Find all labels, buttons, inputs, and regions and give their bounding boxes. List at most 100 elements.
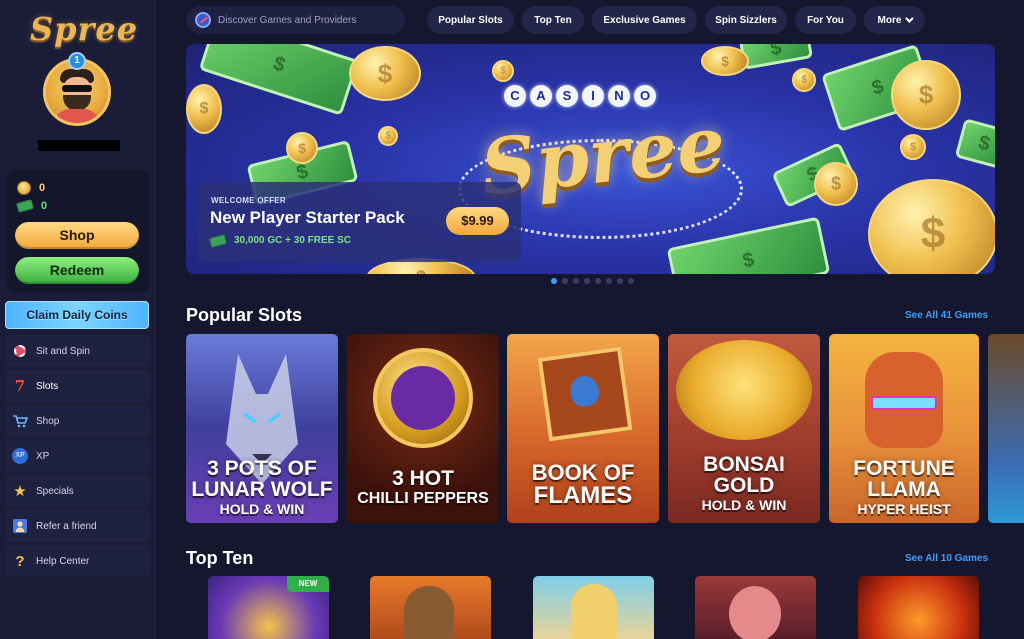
cash-icon [15,199,35,213]
offer-tag: WELCOME OFFER [211,196,287,205]
slot-seven-icon: 7 [14,377,26,395]
cash-bill-decoration [738,44,814,70]
llama-art [865,352,943,448]
gold-medallion [373,348,473,448]
avatar[interactable]: 1 [43,52,111,126]
search-input[interactable]: Discover Games and Providers [186,6,405,34]
sidebar-item-label: XP [36,450,50,462]
game-tile-bonsai-gold[interactable]: BONSAI GOLD HOLD & WIN [668,334,820,523]
sidebar-item-xp[interactable]: XP XP [5,440,149,472]
gold-coin-icon [17,181,31,195]
llama-sunglasses [871,396,937,410]
question-icon: ? [15,552,25,570]
xp-badge-icon: XP [12,448,28,464]
top-ten-tile-4[interactable] [695,576,816,639]
casino-letter: S [556,85,578,107]
top-ten-tile-5[interactable] [858,576,979,639]
ancient-book-art [537,346,633,442]
chilli-pepper-icon [391,366,455,430]
sidebar-item-help-center[interactable]: ? Help Center [5,545,149,577]
tab-spin-sizzlers[interactable]: Spin Sizzlers [705,6,787,34]
game-tile-book-of-flames[interactable]: BOOK OF FLAMES [507,334,659,523]
gold-coin-decoration [701,46,749,76]
shop-button[interactable]: Shop [15,222,139,249]
gold-coin-decoration [286,132,318,164]
new-badge: NEW [287,576,329,592]
sweeps-coin-value: 0 [41,200,48,212]
game-title: BONSAI GOLD HOLD & WIN [701,453,787,513]
redeem-button[interactable]: Redeem [15,257,139,284]
carousel-dot[interactable] [595,278,601,284]
sidebar-item-label: Specials [36,485,74,497]
sidebar-item-label: Sit and Spin [36,345,90,357]
welcome-offer-card[interactable]: WELCOME OFFER New Player Starter Pack 30… [198,182,521,262]
offer-subtitle-text: 30,000 GC + 30 FREE SC [234,235,352,246]
tab-top-ten[interactable]: Top Ten [522,6,584,34]
see-all-popular-link[interactable]: See All 41 Games [905,310,988,321]
refer-friend-icon [12,518,28,534]
tab-exclusive-games[interactable]: Exclusive Games [592,6,697,34]
gold-coin-decoration [186,84,222,134]
tab-more-label: More [877,14,902,26]
sidebar-item-slots[interactable]: 7 Slots [5,370,149,402]
claim-daily-coins-button[interactable]: Claim Daily Coins [5,301,149,329]
top-ten-tile-3[interactable] [533,576,654,639]
game-title: 3 HOT CHILLI PEPPERS [357,467,489,507]
gold-coin-decoration [792,68,816,92]
game-tile-hot-chilli-peppers[interactable]: 3 HOT CHILLI PEPPERS [347,334,499,523]
level-badge: 1 [68,52,86,70]
hero-banner[interactable]: C A S I N O Spree WELCOME OFFER New Play… [186,44,995,274]
game-title: BOOK OF FLAMES [531,460,635,509]
carousel-dot[interactable] [562,278,568,284]
chevron-down-icon [905,14,915,23]
search-icon [195,12,211,28]
sidebar: Spree 1 0 0 Shop Redeem Claim Daily Coin… [0,0,156,639]
top-ten-tile-2[interactable] [370,576,491,639]
avatar-shirt [54,109,100,123]
cash-bill-decoration [198,44,360,116]
carousel-dot[interactable] [584,278,590,284]
sidebar-item-shop[interactable]: Shop [5,405,149,437]
top-ten-tile-1[interactable]: NEW [208,576,329,639]
game-tile-fortune-llama[interactable]: FORTUNE LLAMA HYPER HEIST [829,334,979,523]
poker-chip-icon [12,343,28,359]
carousel-dot[interactable] [628,278,634,284]
sidebar-item-label: Help Center [36,555,90,567]
search-placeholder: Discover Games and Providers [218,14,357,26]
gold-coin-value: 0 [39,182,46,194]
casino-letter: I [582,85,604,107]
tab-more[interactable]: More [864,6,925,34]
sidebar-item-label: Slots [36,380,59,392]
app-root: Spree 1 0 0 Shop Redeem Claim Daily Coin… [0,0,1024,639]
see-all-top-ten-link[interactable]: See All 10 Games [905,553,988,564]
spree-logo[interactable]: Spree [30,10,137,50]
sidebar-item-sit-and-spin[interactable]: Sit and Spin [5,335,149,367]
gold-coin-decoration [378,126,398,146]
sidebar-item-specials[interactable]: ★ Specials [5,475,149,507]
wallet-panel: 0 0 Shop Redeem [7,170,149,292]
game-tile-lunar-wolf[interactable]: 3 POTS OF LUNAR WOLF HOLD & WIN [186,334,338,523]
gold-coin-decoration [492,60,514,82]
carousel-dot[interactable] [617,278,623,284]
game-tile-partial[interactable] [988,334,1024,523]
cart-icon [12,413,28,429]
offer-title: New Player Starter Pack [210,208,405,227]
gold-coin-decoration [900,134,926,160]
carousel-dots [551,278,634,284]
star-icon: ★ [13,483,27,500]
section-title-top-ten: Top Ten [186,548,254,568]
sidebar-nav: Sit and Spin 7 Slots Shop XP XP ★ Specia… [5,335,149,580]
character-art [571,584,617,639]
golden-tree-art [676,340,812,440]
buy-starter-pack-button[interactable]: $9.99 [446,207,509,235]
tab-popular-slots[interactable]: Popular Slots [427,6,514,34]
cash-icon [208,233,228,248]
tab-for-you[interactable]: For You [795,6,856,34]
carousel-dot[interactable] [573,278,579,284]
gold-coin-decoration [868,179,995,274]
game-title: FORTUNE LLAMA HYPER HEIST [853,457,955,517]
pig-art [729,586,781,639]
carousel-dot[interactable] [551,278,557,284]
carousel-dot[interactable] [606,278,612,284]
sidebar-item-refer-a-friend[interactable]: Refer a friend [5,510,149,542]
